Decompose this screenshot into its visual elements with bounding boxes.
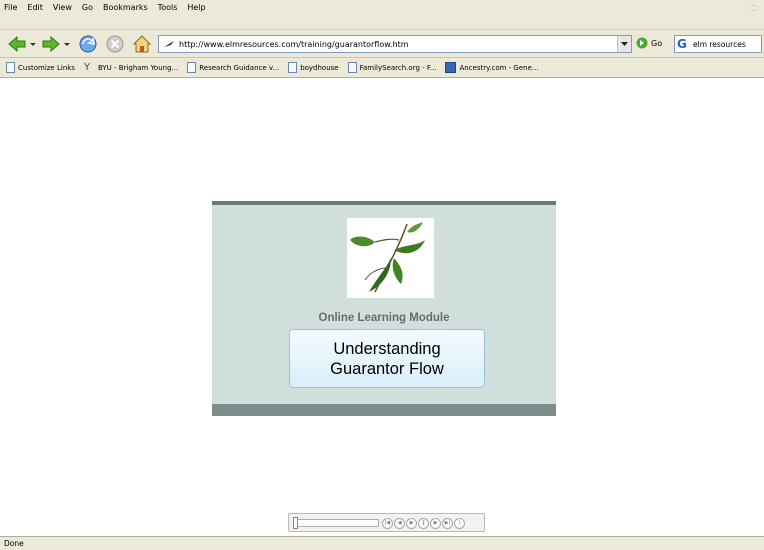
go-button[interactable]: Go [636, 37, 662, 49]
menu-list: File Edit View Go Bookmarks Tools Help [4, 3, 206, 12]
bookmark-label: FamilySearch.org - F... [359, 63, 437, 72]
module-subtitle: Online Learning Module [318, 312, 450, 324]
bookmark-boydhouse[interactable]: boydhouse [288, 62, 339, 73]
url-history-dropdown-icon[interactable] [617, 36, 631, 52]
page-icon [6, 62, 15, 73]
leaf-icon [350, 222, 425, 293]
menu-bar: File Edit View Go Bookmarks Tools Help ◌ [0, 0, 764, 30]
info-icon[interactable]: i [454, 518, 465, 529]
progress-thumb[interactable] [293, 517, 298, 529]
menu-tools[interactable]: Tools [158, 3, 178, 12]
page-favicon-icon [161, 36, 177, 52]
playback-buttons: |◀ ◀ ▶ ‖ ▶ ▶| i [382, 518, 465, 529]
forward-arrow-icon[interactable] [40, 33, 62, 55]
bookmark-customize-links[interactable]: Customize Links [6, 62, 75, 73]
page-content: Online Learning Module Understanding Gua… [0, 79, 764, 536]
module-title-button[interactable]: Understanding Guarantor Flow [289, 329, 485, 388]
page-icon [187, 62, 197, 73]
module-title-line1: Understanding [333, 339, 441, 358]
navigation-toolbar: http://www.elmresources.com/training/gua… [0, 30, 764, 58]
throbber-icon: ◌ [751, 3, 758, 12]
previous-icon[interactable]: ◀ [394, 518, 405, 529]
bookmark-familysearch[interactable]: FamilySearch.org - F... [347, 62, 437, 73]
url-bar[interactable]: http://www.elmresources.com/training/gua… [158, 35, 632, 53]
progress-track[interactable] [293, 519, 379, 527]
menu-help[interactable]: Help [187, 3, 205, 12]
module-footer-bar [212, 404, 556, 416]
first-slide-icon[interactable]: |◀ [382, 518, 393, 529]
next-icon[interactable]: ▶ [430, 518, 441, 529]
search-query[interactable]: elm resources [693, 40, 746, 49]
stop-icon[interactable] [104, 33, 126, 55]
bookmark-label: BYU - Brigham Young... [97, 63, 179, 72]
page-icon [347, 62, 357, 73]
play-icon[interactable]: ▶ [406, 518, 417, 529]
learning-module-panel[interactable]: Online Learning Module Understanding Gua… [212, 201, 556, 416]
url-text[interactable]: http://www.elmresources.com/training/gua… [179, 40, 409, 49]
back-dropdown-icon[interactable] [29, 33, 37, 55]
last-slide-icon[interactable]: ▶| [442, 518, 453, 529]
forward-dropdown-icon[interactable] [63, 33, 71, 55]
page-icon [288, 62, 298, 73]
bookmark-label: Customize Links [18, 63, 75, 72]
menu-view[interactable]: View [53, 3, 72, 12]
bookmark-label: boydhouse [300, 63, 339, 72]
leaf-logo [347, 218, 434, 298]
menu-go[interactable]: Go [82, 3, 93, 12]
module-title-line2: Guarantor Flow [330, 359, 444, 378]
back-arrow-icon[interactable] [6, 33, 28, 55]
bookmark-label: Research Guidance v... [199, 63, 280, 72]
bookmarks-toolbar: Customize Links Y BYU - Brigham Young...… [0, 58, 764, 78]
playback-controls: |◀ ◀ ▶ ‖ ▶ ▶| i [288, 513, 485, 532]
ancestry-icon [445, 62, 457, 73]
status-bar: Done [0, 536, 764, 550]
search-input[interactable]: G elm resources [674, 35, 762, 53]
bookmark-ancestry[interactable]: Ancestry.com - Gene... [445, 62, 539, 73]
google-search-icon[interactable]: G [677, 37, 691, 51]
pause-icon[interactable]: ‖ [418, 518, 429, 529]
menu-edit[interactable]: Edit [27, 3, 43, 12]
reload-icon[interactable] [77, 33, 99, 55]
go-label: Go [651, 38, 663, 48]
y-icon: Y [83, 62, 91, 73]
home-icon[interactable] [131, 33, 153, 55]
status-text: Done [4, 539, 24, 548]
go-arrow-icon [636, 37, 648, 49]
bookmark-label: Ancestry.com - Gene... [459, 63, 539, 72]
menu-file[interactable]: File [4, 3, 17, 12]
bookmark-byu[interactable]: Y BYU - Brigham Young... [84, 62, 178, 73]
menu-bookmarks[interactable]: Bookmarks [103, 3, 148, 12]
bookmark-research-guidance[interactable]: Research Guidance v... [187, 62, 279, 73]
